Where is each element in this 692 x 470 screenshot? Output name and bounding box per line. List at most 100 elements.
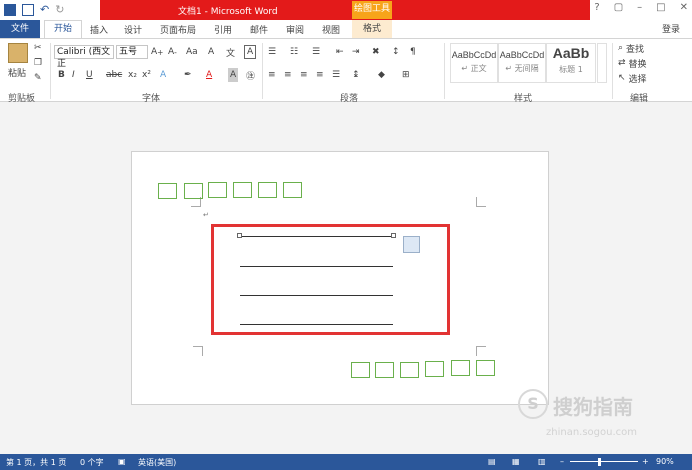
tab-format[interactable]: 格式 [352,20,392,39]
word-count[interactable]: 0 个字 [80,457,104,468]
decrease-indent-icon[interactable]: ⇤ [336,45,344,59]
grid-box[interactable] [351,362,370,378]
grid-box[interactable] [283,182,302,198]
grid-box[interactable] [208,182,227,198]
tab-view[interactable]: 视图 [322,23,340,36]
bullets-icon[interactable]: ☰ [268,45,276,59]
window-title: 文档1 - Microsoft Word [178,7,278,17]
clear-format-icon[interactable]: A [208,45,214,59]
style-heading-1[interactable]: AaBb 标题 1 [546,43,596,83]
selected-line-shape[interactable] [240,236,393,237]
grid-box[interactable] [375,362,394,378]
sort-icon[interactable]: ↕ [392,45,400,59]
paste-icon[interactable] [8,43,28,63]
window-controls: ? ▢ – □ ✕ [594,2,688,13]
line-shape[interactable] [240,324,393,325]
change-case-icon[interactable]: Aa [186,45,198,59]
tab-references[interactable]: 引用 [214,23,232,36]
text-effects-icon[interactable]: A [160,68,166,82]
zoom-level[interactable]: 90% [656,457,674,466]
grid-box[interactable] [158,183,177,199]
grid-box[interactable] [476,360,495,376]
tab-mailings[interactable]: 邮件 [250,23,268,36]
grid-box[interactable] [184,183,203,199]
tab-file[interactable]: 文件 [0,20,40,38]
line-shape[interactable] [240,266,393,267]
char-shading-icon[interactable]: A [228,68,239,82]
layout-options-icon[interactable] [403,236,420,253]
grid-box[interactable] [233,182,252,198]
font-size-select[interactable]: 五号 [116,45,148,59]
styles-scroll[interactable] [597,43,607,83]
grid-box[interactable] [451,360,470,376]
format-painter-icon[interactable]: ✎ [34,71,42,85]
web-layout-icon[interactable]: ▥ [538,457,546,466]
line-spacing-icon[interactable]: ↨ [352,68,360,82]
font-family-select[interactable]: Calibri (西文正 [54,45,114,69]
help-icon[interactable]: ? [594,2,599,13]
char-border-icon[interactable]: A [244,45,257,59]
tab-design[interactable]: 设计 [124,23,142,36]
zoom-out-icon[interactable]: – [560,457,564,466]
close-icon[interactable]: ✕ [680,2,688,13]
undo-icon[interactable]: ↶ [40,3,49,16]
highlight-icon[interactable]: ✒ [184,68,192,82]
align-right-icon[interactable]: ≡ [300,68,308,82]
page-count[interactable]: 第 1 页，共 1 页 [6,457,66,468]
tab-page-layout[interactable]: 页面布局 [160,23,196,36]
paste-button[interactable]: 粘贴 [8,65,26,79]
language-indicator[interactable]: 英语(美国) [138,457,176,468]
grow-font-icon[interactable]: A + [151,45,163,59]
font-color-icon[interactable]: A [206,68,212,82]
phonetic-guide-icon[interactable]: 文 [226,45,235,59]
superscript-button[interactable]: x² [142,68,151,82]
tab-home[interactable]: 开始 [44,20,82,39]
underline-button[interactable]: U [86,68,93,82]
grid-box[interactable] [400,362,419,378]
grid-box[interactable] [258,182,277,198]
multilevel-list-icon[interactable]: ☰ [312,45,320,59]
copy-icon[interactable]: ❐ [34,56,42,70]
minimize-icon[interactable]: – [637,2,642,13]
zoom-in-icon[interactable]: + [642,457,649,466]
enclosed-char-icon[interactable]: ㊟ [246,68,255,82]
show-marks-icon[interactable]: ¶ [410,45,416,59]
replace-button[interactable]: ⇄ 替换 [618,56,647,70]
read-mode-icon[interactable]: ▤ [488,457,496,466]
bold-button[interactable]: B [58,68,65,82]
proofing-icon[interactable]: ▣ [118,457,126,466]
print-layout-icon[interactable]: ▦ [512,457,520,466]
style-no-spacing[interactable]: AaBbCcDd ↵ 无间隔 [498,43,546,83]
tab-review[interactable]: 审阅 [286,23,304,36]
line-shape[interactable] [240,295,393,296]
strikethrough-button[interactable]: abc [106,68,122,82]
select-label: 选择 [628,74,647,85]
shrink-font-icon[interactable]: A- [168,45,177,59]
cut-icon[interactable]: ✂ [34,41,42,55]
save-icon[interactable] [22,3,34,16]
italic-button[interactable]: I [72,68,75,82]
shading-icon[interactable]: ◆ [378,68,385,82]
resize-handle[interactable] [237,233,242,238]
align-center-icon[interactable]: ≡ [284,68,292,82]
login-link[interactable]: 登录 [662,22,680,35]
chinese-layout-icon[interactable]: ✖ [372,45,380,59]
style-normal[interactable]: AaBbCcDd ↵ 正文 [450,43,498,83]
resize-handle[interactable] [391,233,396,238]
justify-icon[interactable]: ≡ [316,68,324,82]
tab-insert[interactable]: 插入 [90,23,108,36]
numbering-icon[interactable]: ☷ [290,45,298,59]
redo-icon[interactable]: ↻ [55,3,64,16]
increase-indent-icon[interactable]: ⇥ [352,45,360,59]
maximize-icon[interactable]: □ [656,2,665,13]
borders-icon[interactable]: ⊞ [402,68,410,82]
distributed-icon[interactable]: ☰ [332,68,340,82]
grid-box[interactable] [425,361,444,377]
ribbon-display-icon[interactable]: ▢ [614,2,623,13]
align-left-icon[interactable]: ≡ [268,68,276,82]
select-button[interactable]: ↖ 选择 [618,71,647,85]
subscript-button[interactable]: x₂ [128,68,137,82]
find-button[interactable]: ⌕ 查找 [618,41,644,55]
zoom-slider-thumb[interactable] [598,458,601,466]
zoom-slider[interactable] [570,461,638,462]
